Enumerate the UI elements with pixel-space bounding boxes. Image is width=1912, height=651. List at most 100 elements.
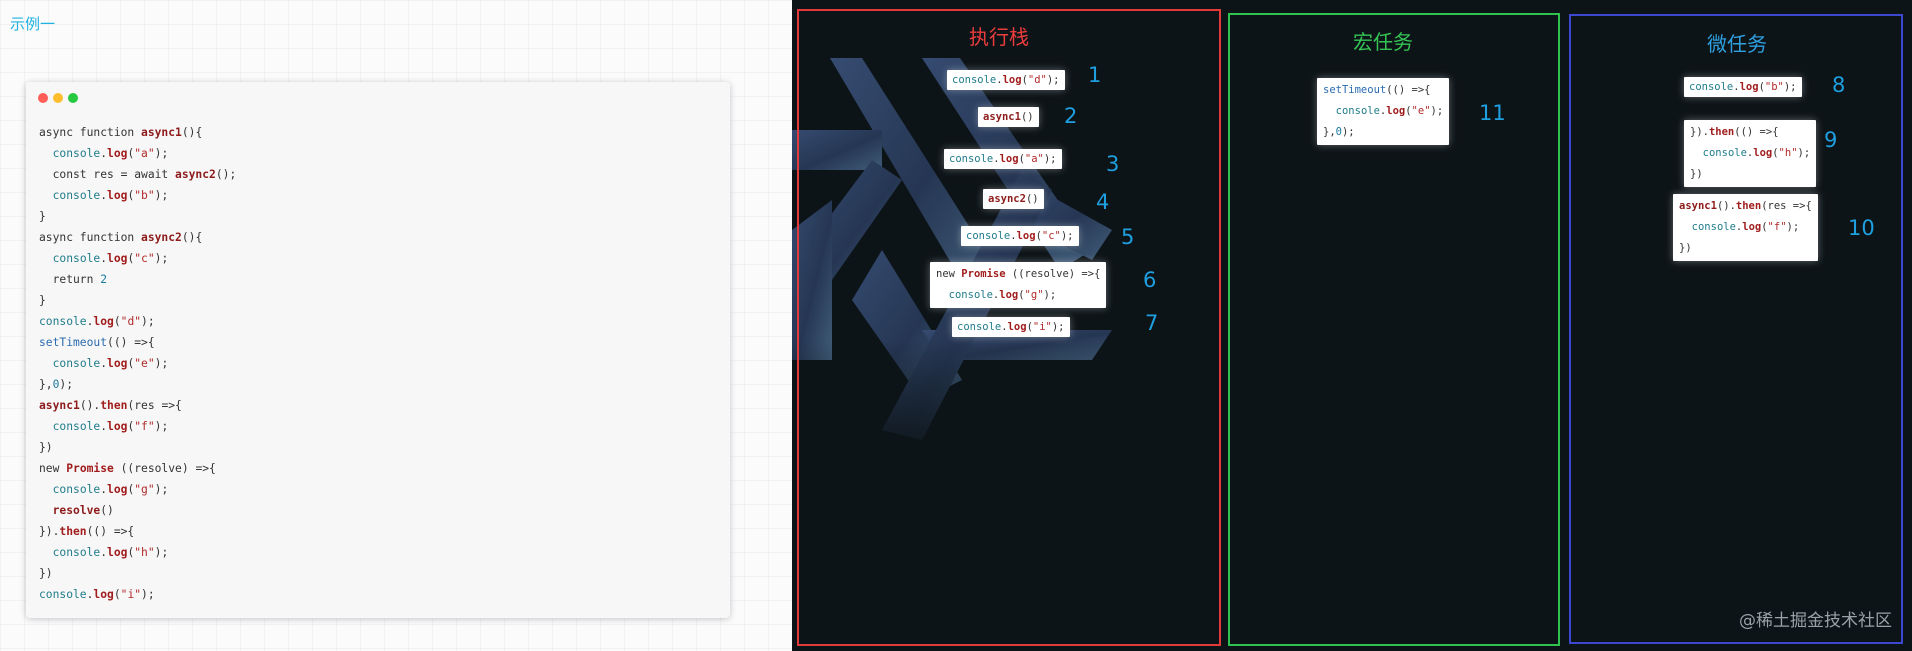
code-token: "c" xyxy=(134,252,155,265)
code-token: ); xyxy=(154,252,169,265)
code-token: console xyxy=(52,252,101,265)
code-token: log xyxy=(1002,74,1022,86)
code-token: then xyxy=(1708,126,1735,138)
code-token: Promise xyxy=(66,462,114,475)
code-token: (res =>{ xyxy=(127,399,182,412)
code-token: . xyxy=(100,420,108,433)
code-token: console xyxy=(1689,81,1734,93)
stack-order-number: 2 xyxy=(1064,104,1078,128)
code-token: "g" xyxy=(1024,289,1044,301)
code-token: resolve xyxy=(52,504,101,517)
code-token: ); xyxy=(1341,126,1355,138)
code-token: . xyxy=(100,357,108,370)
code-line: }) xyxy=(1679,238,1812,259)
stack-code-box: async2() xyxy=(983,189,1044,209)
microtask-queue-panel xyxy=(1569,14,1903,644)
code-token: console xyxy=(952,74,997,86)
code-line: new Promise ((resolve) =>{ xyxy=(936,264,1100,285)
code-token: log xyxy=(1007,321,1027,333)
code-line: async1().then(res =>{ xyxy=(39,395,236,416)
code-token: ); xyxy=(141,588,155,601)
code-token: log xyxy=(1753,147,1773,159)
stack-order-number: 5 xyxy=(1121,225,1135,249)
code-line: console.log("c"); xyxy=(39,248,236,269)
stack-code-box: console.log("d"); xyxy=(947,70,1065,90)
code-line: }) xyxy=(1690,164,1810,185)
code-token: "i" xyxy=(1032,321,1052,333)
code-line: console.log("d"); xyxy=(952,70,1060,90)
code-line: async function async1(){ xyxy=(39,122,236,143)
code-line: async1() xyxy=(983,107,1034,127)
code-token: "g" xyxy=(134,483,155,496)
code-token: (){ xyxy=(181,231,203,244)
code-line: },0); xyxy=(1323,122,1443,143)
code-token: ); xyxy=(59,378,74,391)
code-token: ); xyxy=(1797,147,1811,159)
code-token: "e" xyxy=(1411,105,1431,117)
code-line: console.log("h"); xyxy=(1690,143,1811,164)
microtask-title: 微任务 xyxy=(1707,32,1767,56)
code-token: (() =>{ xyxy=(1734,126,1779,138)
stack-code-box: new Promise ((resolve) =>{ console.log("… xyxy=(930,262,1107,308)
code-token: log xyxy=(1742,221,1762,233)
microtask-code-box: }).then(() =>{ console.log("h");}) xyxy=(1684,120,1817,187)
code-token: console xyxy=(52,546,101,559)
code-lines: async function async1(){ console.log("a"… xyxy=(39,122,236,605)
section-heading[interactable]: 示例一 xyxy=(10,13,55,34)
code-line: }).then(() =>{ xyxy=(39,521,236,542)
code-token: log xyxy=(107,357,128,370)
code-token: log xyxy=(93,315,114,328)
code-line: console.log("h"); xyxy=(39,542,236,563)
code-token: console xyxy=(966,230,1011,242)
code-token: ); xyxy=(154,546,169,559)
code-line: console.log("g"); xyxy=(936,285,1100,306)
code-line: return 2 xyxy=(39,269,236,290)
code-line: async2() xyxy=(988,189,1039,209)
code-line: console.log("g"); xyxy=(39,479,236,500)
code-token: }) xyxy=(1679,242,1692,254)
code-line: console.log("b"); xyxy=(1689,77,1797,97)
code-token: ); xyxy=(1430,105,1444,117)
execution-stack-title: 执行栈 xyxy=(969,25,1029,49)
code-token: "b" xyxy=(134,189,155,202)
code-token: log xyxy=(1739,81,1759,93)
code-token: ); xyxy=(154,420,169,433)
code-token: (() =>{ xyxy=(86,525,135,538)
code-line: console.log("e"); xyxy=(1323,101,1444,122)
code-token: ((resolve) =>{ xyxy=(1005,268,1101,280)
code-token: console xyxy=(39,588,87,601)
macrotask-order-number: 11 xyxy=(1479,101,1506,125)
code-token: ); xyxy=(1051,321,1065,333)
microtask-order-number: 10 xyxy=(1848,216,1875,240)
code-token: () xyxy=(1025,193,1039,205)
code-token: async1 xyxy=(983,111,1021,123)
code-token: ); xyxy=(1786,221,1800,233)
code-token: "d" xyxy=(1027,74,1047,86)
code-token: "d" xyxy=(120,315,142,328)
code-token: log xyxy=(93,588,114,601)
code-token: "c" xyxy=(1041,230,1061,242)
code-token: (() =>{ xyxy=(1386,84,1431,96)
code-token: log xyxy=(999,289,1019,301)
code-token: setTimeout xyxy=(39,336,108,349)
code-line: } xyxy=(39,206,236,227)
code-line: new Promise ((resolve) =>{ xyxy=(39,458,236,479)
code-token: ); xyxy=(154,483,169,496)
code-token: console xyxy=(1691,221,1736,233)
code-token: ); xyxy=(1043,289,1057,301)
maximize-dot-icon xyxy=(68,93,78,103)
code-token: ); xyxy=(141,315,155,328)
code-token: log xyxy=(107,252,128,265)
code-token: then xyxy=(59,525,87,538)
code-token: }). xyxy=(1690,126,1709,138)
code-token: console xyxy=(957,321,1002,333)
code-token: async2 xyxy=(988,193,1026,205)
code-token: (). xyxy=(1716,200,1736,212)
code-token: "h" xyxy=(1778,147,1798,159)
